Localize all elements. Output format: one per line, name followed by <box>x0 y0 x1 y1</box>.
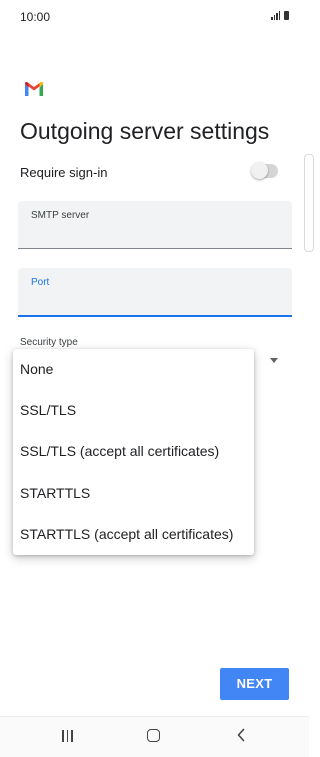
dropdown-arrow-icon[interactable] <box>270 358 278 363</box>
port-label: Port <box>31 277 50 288</box>
status-icons <box>271 11 289 20</box>
signal-icon <box>271 11 280 20</box>
smtp-server-field[interactable]: SMTP server <box>18 201 292 249</box>
recents-icon[interactable] <box>62 730 73 742</box>
smtp-server-label: SMTP server <box>31 210 90 221</box>
security-type-menu: None SSL/TLS SSL/TLS (accept all certifi… <box>13 349 254 555</box>
status-bar: 10:00 <box>0 0 309 34</box>
menu-item-starttls-accept-all[interactable]: STARTTLS (accept all certificates) <box>13 514 254 554</box>
navigation-bar <box>0 716 309 757</box>
home-icon[interactable] <box>147 729 160 742</box>
port-field[interactable]: Port <box>18 268 292 317</box>
require-signin-toggle[interactable] <box>251 162 278 179</box>
menu-item-ssl-tls[interactable]: SSL/TLS <box>13 390 254 430</box>
security-type-label: Security type <box>20 337 78 348</box>
menu-item-ssl-tls-accept-all[interactable]: SSL/TLS (accept all certificates) <box>13 431 254 471</box>
next-button[interactable]: NEXT <box>220 668 289 700</box>
require-signin-row: Require sign-in <box>20 160 280 184</box>
back-icon[interactable] <box>236 728 246 742</box>
side-panel-edge <box>304 154 314 252</box>
gmail-logo-icon <box>25 82 43 96</box>
toggle-knob <box>251 162 268 179</box>
page-title: Outgoing server settings <box>20 118 270 144</box>
require-signin-label: Require sign-in <box>20 165 108 180</box>
menu-item-starttls[interactable]: STARTTLS <box>13 473 254 513</box>
status-time: 10:00 <box>20 10 51 24</box>
battery-icon <box>284 11 289 20</box>
menu-item-none[interactable]: None <box>13 349 254 389</box>
